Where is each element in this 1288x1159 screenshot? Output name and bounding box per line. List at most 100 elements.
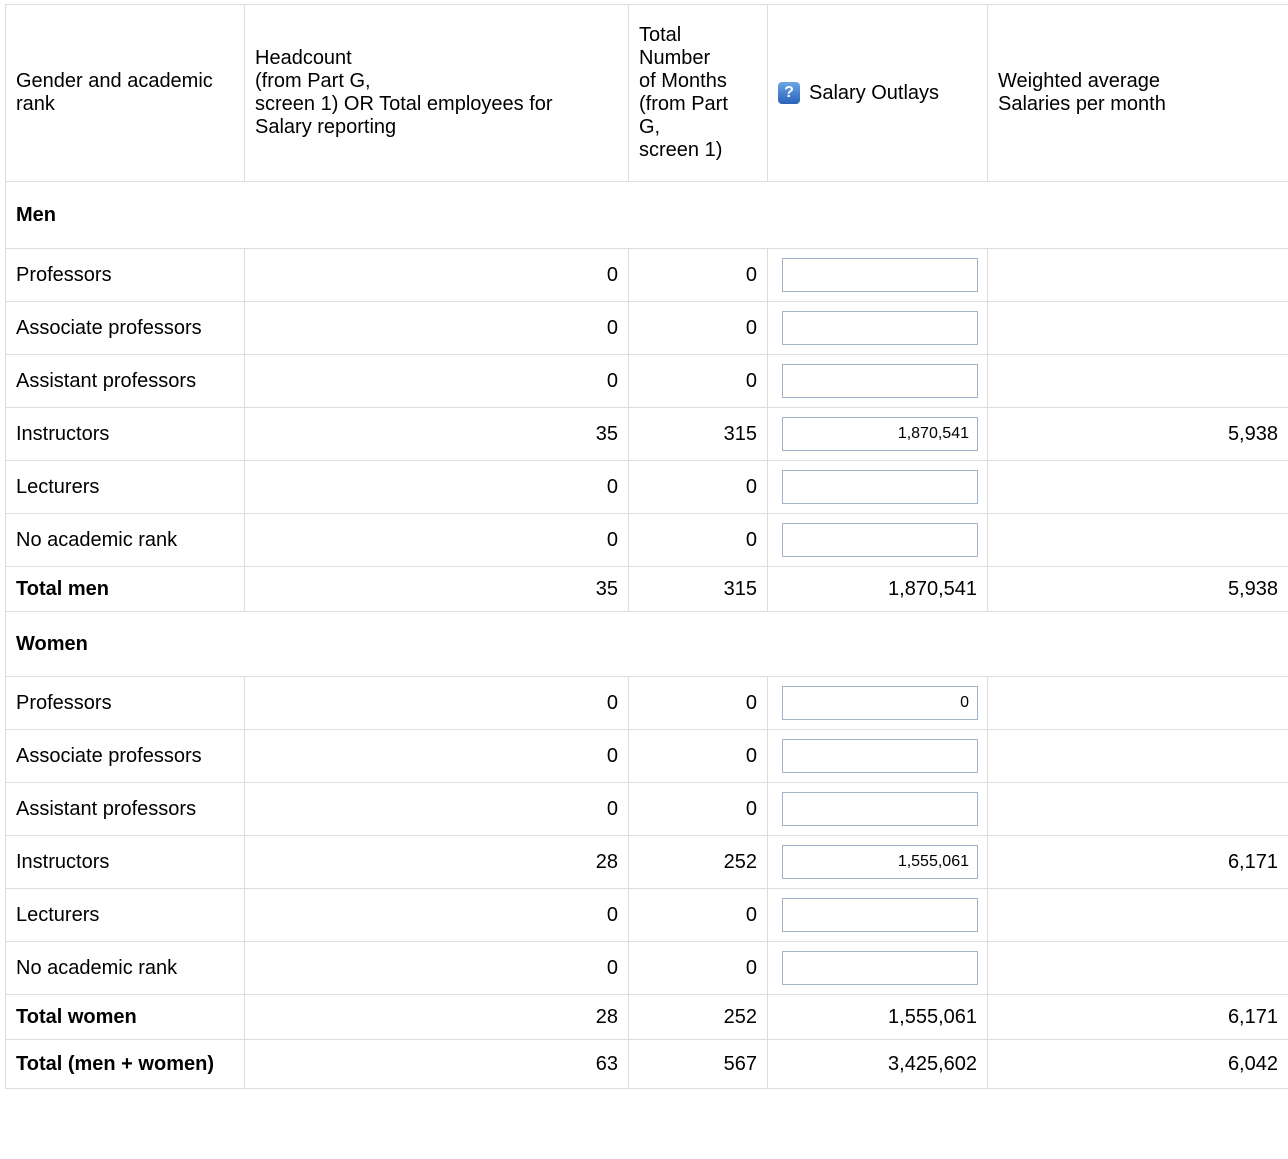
salary-cell <box>767 676 988 730</box>
section-row-men: Men <box>5 181 1288 249</box>
table-row: Lecturers 0 0 <box>5 460 1288 514</box>
salary-input[interactable] <box>782 792 978 826</box>
header-headcount-line: screen 1) OR Total employees for <box>255 93 553 115</box>
average-value: 6,042 <box>987 1039 1288 1089</box>
header-months-line: Number <box>639 47 711 69</box>
header-row: Gender and academic rank Headcount (from… <box>5 4 1288 182</box>
rank-label: Associate professors <box>5 301 245 355</box>
average-value <box>987 513 1288 567</box>
rank-label: Associate professors <box>5 729 245 783</box>
header-salary: ? Salary Outlays <box>767 4 988 182</box>
salary-cell <box>767 729 988 783</box>
months-value: 0 <box>628 301 768 355</box>
salary-input[interactable] <box>782 311 978 345</box>
total-label: Total women <box>5 994 245 1040</box>
months-value: 0 <box>628 941 768 995</box>
months-value: 0 <box>628 782 768 836</box>
total-row-women: Total women 28 252 1,555,061 6,171 <box>5 994 1288 1040</box>
salary-input[interactable] <box>782 898 978 932</box>
header-months-line: (from Part <box>639 93 728 115</box>
months-value: 0 <box>628 513 768 567</box>
table-row: Instructors 28 252 6,171 <box>5 835 1288 889</box>
rank-label: Lecturers <box>5 460 245 514</box>
average-value: 5,938 <box>987 407 1288 461</box>
headcount-value: 0 <box>244 248 629 302</box>
months-value: 0 <box>628 888 768 942</box>
headcount-value: 0 <box>244 676 629 730</box>
salary-cell <box>767 460 988 514</box>
average-value <box>987 729 1288 783</box>
average-value <box>987 301 1288 355</box>
average-value <box>987 460 1288 514</box>
average-value <box>987 248 1288 302</box>
average-value: 6,171 <box>987 994 1288 1040</box>
salary-cell <box>767 248 988 302</box>
table-row: Professors 0 0 <box>5 248 1288 302</box>
average-value <box>987 888 1288 942</box>
headcount-value: 35 <box>244 566 629 612</box>
table-row: No academic rank 0 0 <box>5 513 1288 567</box>
months-value: 567 <box>628 1039 768 1089</box>
average-value <box>987 782 1288 836</box>
header-months-line: screen 1) <box>639 139 723 161</box>
headcount-value: 35 <box>244 407 629 461</box>
salary-cell <box>767 835 988 889</box>
header-salary-label: Salary Outlays <box>809 81 940 104</box>
table-row: Instructors 35 315 5,938 <box>5 407 1288 461</box>
salary-cell <box>767 354 988 408</box>
header-months: Total Number of Months (from Part G, scr… <box>628 4 768 182</box>
header-months-line: G, <box>639 116 661 138</box>
header-headcount-line: Headcount <box>255 47 352 69</box>
headcount-value: 0 <box>244 301 629 355</box>
section-label-women: Women <box>5 611 1288 677</box>
table-row: Assistant professors 0 0 <box>5 782 1288 836</box>
salary-input[interactable] <box>782 686 978 720</box>
salary-cell <box>767 513 988 567</box>
salary-total-value: 3,425,602 <box>767 1039 988 1089</box>
rank-label: Instructors <box>5 407 245 461</box>
months-value: 252 <box>628 994 768 1040</box>
months-value: 315 <box>628 407 768 461</box>
header-average-line: Salaries per month <box>998 93 1166 115</box>
salary-input[interactable] <box>782 523 978 557</box>
rank-label: Assistant professors <box>5 782 245 836</box>
salary-input[interactable] <box>782 470 978 504</box>
headcount-value: 0 <box>244 782 629 836</box>
salary-input[interactable] <box>782 845 978 879</box>
salary-input[interactable] <box>782 258 978 292</box>
table-row: Professors 0 0 <box>5 676 1288 730</box>
header-average-line: Weighted average <box>998 70 1160 92</box>
headcount-value: 0 <box>244 354 629 408</box>
header-rank: Gender and academic rank <box>5 4 245 182</box>
headcount-value: 0 <box>244 941 629 995</box>
salary-input[interactable] <box>782 364 978 398</box>
rank-label: Professors <box>5 676 245 730</box>
salary-cell <box>767 301 988 355</box>
table-row: Associate professors 0 0 <box>5 301 1288 355</box>
question-mark-icon[interactable]: ? <box>778 82 800 104</box>
months-value: 0 <box>628 248 768 302</box>
salary-input[interactable] <box>782 951 978 985</box>
table-row: No academic rank 0 0 <box>5 941 1288 995</box>
salary-cell <box>767 782 988 836</box>
rank-label: No academic rank <box>5 941 245 995</box>
headcount-value: 28 <box>244 994 629 1040</box>
grand-total-row: Total (men + women) 63 567 3,425,602 6,0… <box>5 1039 1288 1089</box>
salary-table-container: Gender and academic rank Headcount (from… <box>5 4 1288 1089</box>
headcount-value: 63 <box>244 1039 629 1089</box>
months-value: 252 <box>628 835 768 889</box>
headcount-value: 0 <box>244 729 629 783</box>
months-value: 0 <box>628 676 768 730</box>
header-headcount-line: Salary reporting <box>255 116 397 138</box>
headcount-value: 28 <box>244 835 629 889</box>
table-row: Assistant professors 0 0 <box>5 354 1288 408</box>
rank-label: Lecturers <box>5 888 245 942</box>
headcount-value: 0 <box>244 888 629 942</box>
total-label: Total men <box>5 566 245 612</box>
rank-label: Professors <box>5 248 245 302</box>
headcount-value: 0 <box>244 460 629 514</box>
months-value: 315 <box>628 566 768 612</box>
salary-input[interactable] <box>782 417 978 451</box>
headcount-value: 0 <box>244 513 629 567</box>
salary-input[interactable] <box>782 739 978 773</box>
